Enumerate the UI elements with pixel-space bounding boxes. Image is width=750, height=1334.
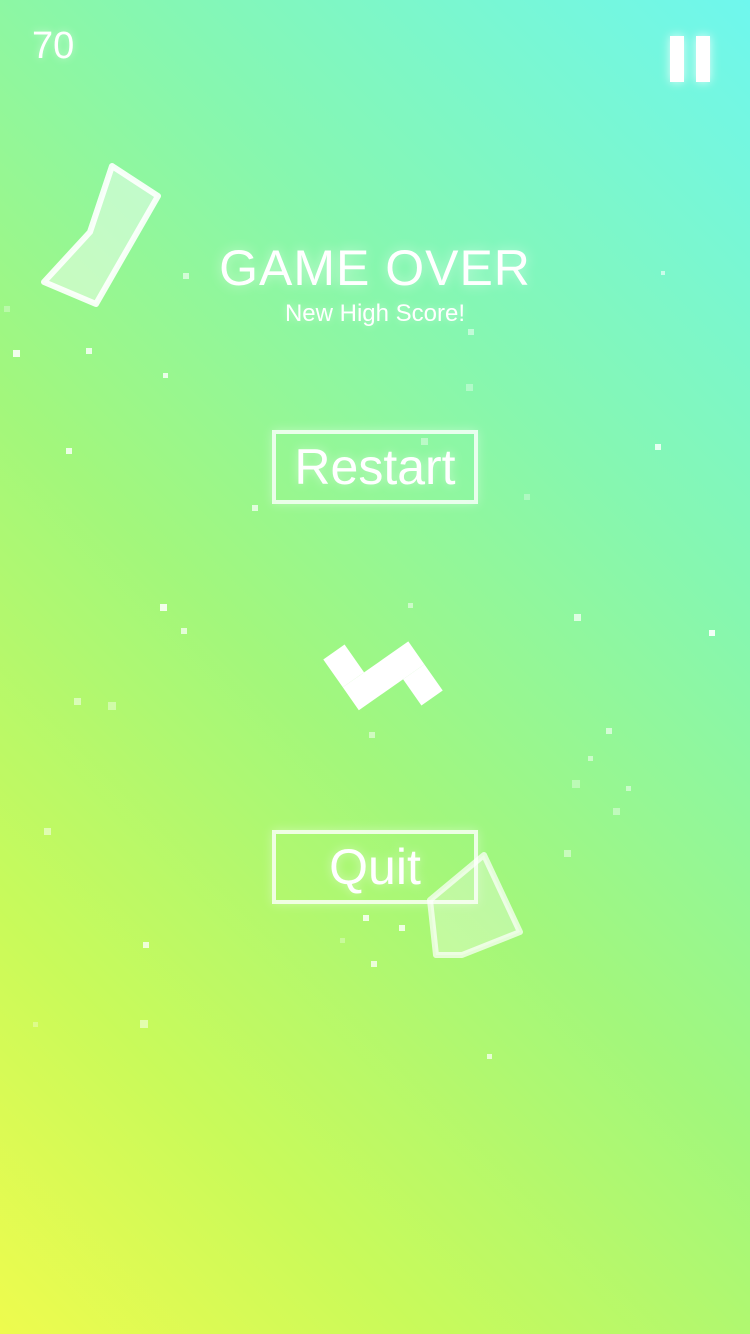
particle (340, 938, 345, 943)
particle (613, 808, 620, 815)
particle (487, 1054, 492, 1059)
particle (399, 925, 405, 931)
particle (572, 780, 580, 788)
particle (574, 614, 581, 621)
player-block (323, 641, 443, 711)
particle (466, 384, 473, 391)
particle (524, 494, 530, 500)
player-block-segment (403, 664, 443, 706)
particle (655, 444, 661, 450)
particle (564, 850, 571, 857)
pause-icon-bar-left (670, 36, 684, 82)
particle (606, 728, 612, 734)
particle (588, 756, 593, 761)
particle (13, 350, 20, 357)
particle (160, 604, 167, 611)
particle (363, 915, 369, 921)
particle (181, 628, 187, 634)
particle (143, 942, 149, 948)
particle (44, 828, 51, 835)
game-scene (4, 163, 715, 1059)
particle (252, 505, 258, 511)
pause-button[interactable] (660, 28, 720, 90)
quit-button[interactable]: Quit (272, 830, 478, 904)
restart-button[interactable]: Restart (272, 430, 478, 504)
particle (74, 698, 81, 705)
particle (408, 603, 413, 608)
particle (163, 373, 168, 378)
particle (626, 786, 631, 791)
pause-icon-bar-right (696, 36, 710, 82)
score-counter: 70 (32, 25, 75, 67)
player-block-segment (323, 644, 365, 688)
particles (4, 271, 715, 1059)
particle (33, 1022, 38, 1027)
particle (371, 961, 377, 967)
particle (140, 1020, 148, 1028)
player-block-segment (342, 641, 425, 711)
game-over-title: GAME OVER (219, 240, 531, 296)
particle (66, 448, 72, 454)
particle (86, 348, 92, 354)
particle (108, 702, 116, 710)
particle (369, 732, 375, 738)
high-score-subtitle: New High Score! (284, 300, 466, 327)
particle (709, 630, 715, 636)
